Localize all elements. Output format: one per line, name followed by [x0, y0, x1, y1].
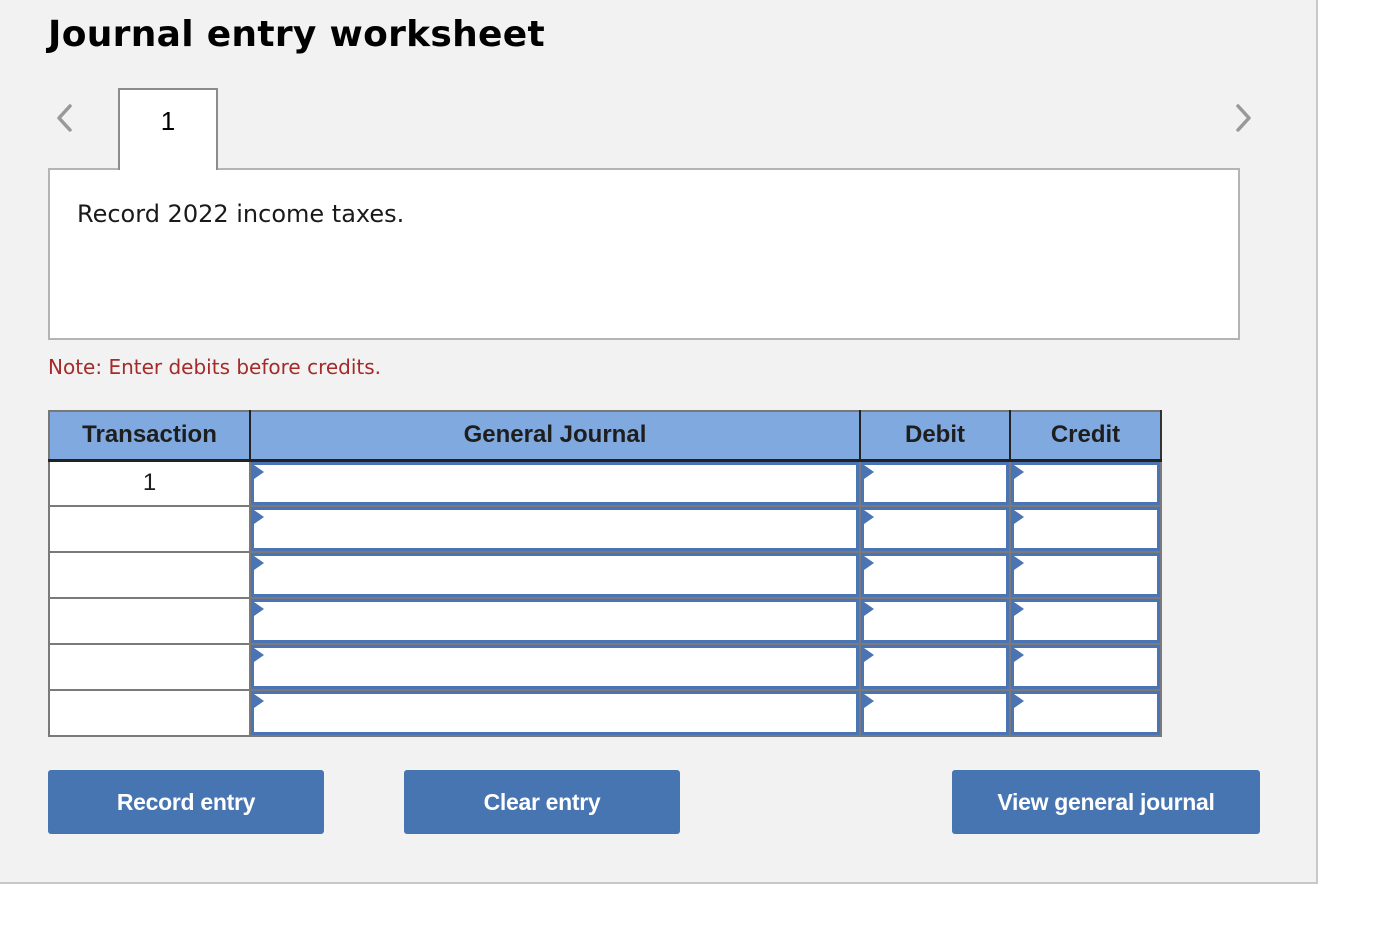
table-row: [48, 551, 1162, 599]
table-row: 1: [48, 459, 1162, 507]
dropdown-flag-icon: [864, 602, 874, 616]
debit-input[interactable]: [864, 510, 1006, 548]
credit-input[interactable]: [1014, 602, 1157, 640]
dropdown-flag-icon: [254, 602, 264, 616]
column-header-debit: Debit: [859, 410, 1011, 462]
chevron-right-icon: [1236, 104, 1251, 132]
column-header-transaction: Transaction: [48, 410, 251, 462]
dropdown-flag-icon: [864, 510, 874, 524]
prompt-box: Record 2022 income taxes.: [48, 168, 1240, 340]
transaction-cell: 1: [48, 459, 251, 507]
dropdown-flag-icon: [1014, 556, 1024, 570]
debit-input[interactable]: [864, 464, 1006, 502]
account-input[interactable]: [254, 602, 856, 640]
dropdown-flag-icon: [1014, 648, 1024, 662]
table-row: [48, 643, 1162, 691]
dropdown-flag-icon: [864, 694, 874, 708]
debit-input[interactable]: [864, 602, 1006, 640]
account-input[interactable]: [254, 464, 856, 502]
transaction-cell: [48, 689, 251, 737]
table-row: [48, 689, 1162, 737]
dropdown-flag-icon: [1014, 694, 1024, 708]
note-text: Note: Enter debits before credits.: [48, 355, 382, 379]
column-header-general-journal: General Journal: [249, 410, 861, 462]
dropdown-flag-icon: [864, 648, 874, 662]
credit-input[interactable]: [1014, 556, 1157, 594]
page-title: Journal entry worksheet: [48, 14, 545, 55]
dropdown-flag-icon: [254, 510, 264, 524]
dropdown-flag-icon: [864, 464, 874, 479]
credit-input[interactable]: [1014, 510, 1157, 548]
transaction-cell: [48, 597, 251, 645]
credit-input[interactable]: [1014, 648, 1157, 686]
account-input[interactable]: [254, 648, 856, 686]
journal-table: Transaction General Journal Debit Credit…: [48, 410, 1162, 737]
dropdown-flag-icon: [254, 648, 264, 662]
prompt-text: Record 2022 income taxes.: [77, 200, 405, 228]
transaction-cell: [48, 643, 251, 691]
dropdown-flag-icon: [254, 694, 264, 708]
transaction-cell: [48, 551, 251, 599]
credit-input[interactable]: [1014, 694, 1157, 732]
account-input[interactable]: [254, 510, 856, 548]
column-header-credit: Credit: [1009, 410, 1162, 462]
dropdown-flag-icon: [254, 556, 264, 570]
table-header-row: Transaction General Journal Debit Credit: [48, 410, 1162, 462]
dropdown-flag-icon: [1014, 464, 1024, 479]
tab-label: 1: [160, 106, 176, 136]
credit-input[interactable]: [1014, 464, 1157, 502]
dropdown-flag-icon: [1014, 510, 1024, 524]
table-row: [48, 597, 1162, 645]
debit-input[interactable]: [864, 648, 1006, 686]
record-entry-button[interactable]: Record entry: [48, 770, 324, 834]
view-general-journal-button[interactable]: View general journal: [952, 770, 1260, 834]
account-input[interactable]: [254, 694, 856, 732]
debit-input[interactable]: [864, 694, 1006, 732]
dropdown-flag-icon: [1014, 602, 1024, 616]
clear-entry-button[interactable]: Clear entry: [404, 770, 680, 834]
dropdown-flag-icon: [254, 464, 264, 479]
table-row: [48, 505, 1162, 553]
prev-tab-button[interactable]: [52, 100, 76, 136]
dropdown-flag-icon: [864, 556, 874, 570]
worksheet-panel: Journal entry worksheet 1 Record 2022 in…: [0, 0, 1318, 884]
tab-1[interactable]: 1: [118, 88, 218, 170]
chevron-left-icon: [57, 104, 72, 132]
transaction-cell: [48, 505, 251, 553]
account-input[interactable]: [254, 556, 856, 594]
debit-input[interactable]: [864, 556, 1006, 594]
next-tab-button[interactable]: [1232, 100, 1256, 136]
